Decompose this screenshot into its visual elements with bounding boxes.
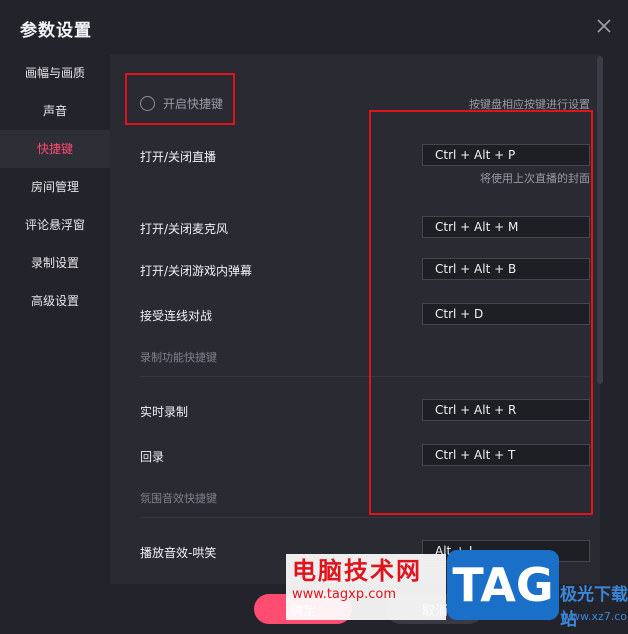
watermark-site-url: www.xz7.com bbox=[562, 610, 628, 623]
watermark-title: 电脑技术网 bbox=[292, 557, 422, 585]
hotkey-input-toggle-danmaku[interactable] bbox=[422, 258, 590, 280]
watermark-panel: 电脑技术网 www.tagxp.com bbox=[286, 554, 446, 620]
dialog-title: 参数设置 bbox=[20, 21, 92, 41]
enable-hotkeys-label: 开启快捷键 bbox=[163, 96, 224, 111]
hotkey-input-replay-record[interactable] bbox=[422, 444, 590, 466]
sidebar-item-comment-overlay[interactable]: 评论悬浮窗 bbox=[0, 206, 110, 244]
watermark-tag-logo: TAG bbox=[447, 550, 559, 620]
watermark-url: www.tagxp.com bbox=[292, 587, 396, 602]
hotkey-input-live-record[interactable] bbox=[422, 399, 590, 421]
section-title-ambient-sound: 氛围音效快捷键 bbox=[140, 492, 217, 505]
sidebar-item-audio[interactable]: 声音 bbox=[0, 92, 110, 130]
hotkey-label-toggle-live: 打开/关闭直播 bbox=[140, 150, 217, 164]
hotkey-label-laugh-sound: 播放音效-哄笑 bbox=[140, 546, 217, 560]
hotkey-label-accept-pk: 接受连线对战 bbox=[140, 309, 213, 323]
hotkey-label-replay-record: 回录 bbox=[140, 450, 165, 464]
hotkey-input-accept-pk[interactable] bbox=[422, 303, 590, 325]
section-divider bbox=[140, 517, 590, 518]
sidebar-item-room-management[interactable]: 房间管理 bbox=[0, 168, 110, 206]
settings-dialog: 参数设置 画幅与画质 声音 快捷键 房间管理 评论悬浮窗 录制设置 高级设置 开… bbox=[0, 0, 628, 634]
sidebar-item-hotkeys[interactable]: 快捷键 bbox=[0, 130, 110, 168]
sidebar-item-recording[interactable]: 录制设置 bbox=[0, 244, 110, 282]
close-icon[interactable] bbox=[594, 16, 614, 36]
hotkey-label-toggle-mic: 打开/关闭麦克风 bbox=[140, 222, 229, 236]
sidebar-item-resolution[interactable]: 画幅与画质 bbox=[0, 54, 110, 92]
section-divider bbox=[140, 376, 590, 377]
hotkey-note-toggle-live: 将使用上次直播的封面 bbox=[480, 172, 590, 185]
enable-hotkeys-toggle[interactable]: 开启快捷键 bbox=[140, 94, 223, 112]
section-title-recording: 录制功能快捷键 bbox=[140, 351, 217, 364]
dialog-titlebar: 参数设置 bbox=[0, 0, 628, 54]
hotkey-label-toggle-danmaku: 打开/关闭游戏内弹幕 bbox=[140, 264, 253, 278]
hotkey-input-toggle-live[interactable] bbox=[422, 144, 590, 166]
hotkey-hint: 按键盘相应按键进行设置 bbox=[469, 98, 590, 111]
hotkey-settings-panel: 开启快捷键 按键盘相应按键进行设置 打开/关闭直播 将使用上次直播的封面 打开/… bbox=[110, 54, 600, 584]
sidebar-item-advanced[interactable]: 高级设置 bbox=[0, 282, 110, 320]
settings-sidebar: 画幅与画质 声音 快捷键 房间管理 评论悬浮窗 录制设置 高级设置 bbox=[0, 54, 110, 634]
hotkey-label-live-record: 实时录制 bbox=[140, 405, 189, 419]
content-scrollbar[interactable] bbox=[597, 56, 603, 384]
radio-icon[interactable] bbox=[140, 95, 155, 111]
hotkey-input-toggle-mic[interactable] bbox=[422, 216, 590, 238]
